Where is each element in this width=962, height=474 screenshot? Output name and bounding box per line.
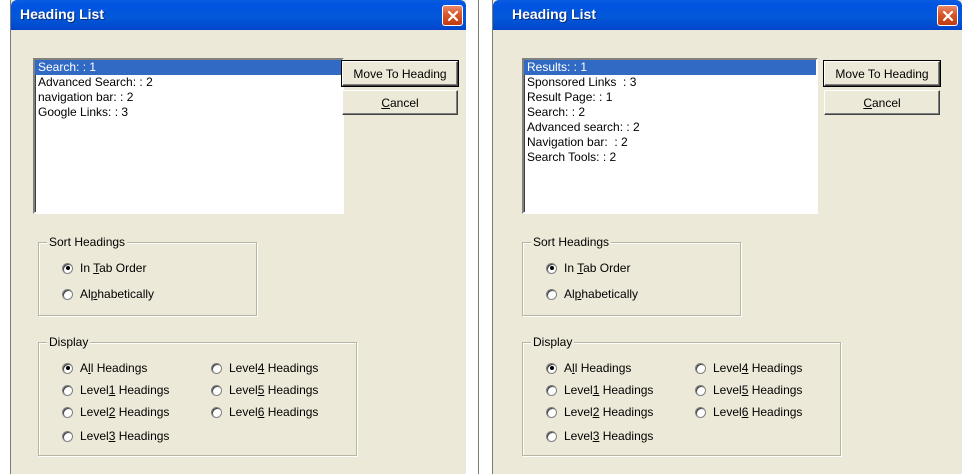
radio-label: In Tab Order [564,261,631,275]
radio-label: In Tab Order [80,261,147,275]
radio-label: Level1 Headings [564,383,654,397]
list-item[interactable]: Advanced Search: : 2 [35,75,342,90]
radio-button [211,362,222,374]
radio-label: Alphabetically [80,287,155,301]
close-icon [942,10,953,21]
radio-label: Alphabetically [564,287,639,301]
radio-label: Level4 Headings [713,361,803,375]
radio-alphabetically[interactable]: Alphabetically [546,287,638,301]
radio-level5-headings[interactable]: Level5 Headings [211,383,318,397]
cancel-button[interactable]: Cancel [342,90,458,115]
list-item[interactable]: Google Links: : 3 [35,105,342,120]
list-item[interactable]: Search: : 2 [524,105,816,120]
move-to-heading-button[interactable]: Move To Heading [823,60,941,87]
close-button[interactable] [937,5,958,26]
title-bar[interactable]: Heading List [11,0,466,30]
radio-label: Level3 Headings [564,429,654,443]
list-item[interactable]: Search Tools: : 2 [524,150,816,165]
radio-all-headings[interactable]: All Headings [546,361,631,375]
radio-button [695,384,706,396]
close-button[interactable] [442,5,463,26]
heading-list-dialog-1: Heading List Search: : 1 Advanced Search… [11,0,466,474]
radio-level1-headings[interactable]: Level1 Headings [546,383,653,397]
list-item[interactable]: Advanced search: : 2 [524,120,816,135]
radio-button [211,406,222,418]
radio-button-checked [546,362,557,374]
headings-listbox[interactable]: Search: : 1 Advanced Search: : 2 navigat… [33,58,344,214]
list-item[interactable]: Sponsored Links : 3 [524,75,816,90]
radio-label: Level2 Headings [564,405,654,419]
sort-headings-group: Sort Headings In Tab Order Alphabeticall… [38,235,257,316]
display-label: Display [47,335,91,349]
radio-button [62,406,73,418]
radio-level5-headings[interactable]: Level5 Headings [695,383,802,397]
radio-label: Level6 Headings [713,405,803,419]
radio-button [62,288,73,300]
display-group: Display All Headings Level1 Headings Lev… [38,335,357,456]
sort-headings-label: Sort Headings [47,235,128,249]
radio-level3-headings[interactable]: Level3 Headings [546,429,653,443]
radio-button [546,406,557,418]
radio-button [62,430,73,442]
radio-button [695,406,706,418]
list-item[interactable]: Search: : 1 [35,60,342,75]
radio-label: Level1 Headings [80,383,170,397]
radio-label: Level2 Headings [80,405,170,419]
radio-label: Level3 Headings [80,429,170,443]
radio-label: All Headings [564,361,632,375]
display-label: Display [531,335,575,349]
headings-listbox[interactable]: Results: : 1 Sponsored Links : 3 Result … [522,58,818,214]
radio-alphabetically[interactable]: Alphabetically [62,287,154,301]
list-item[interactable]: Navigation bar: : 2 [524,135,816,150]
radio-button [62,384,73,396]
radio-label: Level5 Headings [713,383,803,397]
cancel-button[interactable]: Cancel [824,90,940,115]
radio-level4-headings[interactable]: Level4 Headings [695,361,802,375]
radio-label: Level6 Headings [229,405,319,419]
radio-all-headings[interactable]: All Headings [62,361,147,375]
list-item[interactable]: navigation bar: : 2 [35,90,342,105]
radio-level2-headings[interactable]: Level2 Headings [62,405,169,419]
radio-button [211,384,222,396]
radio-button-checked [62,362,73,374]
radio-button-checked [62,262,73,274]
cancel-button-label: Cancel [863,95,901,110]
radio-label: All Headings [80,361,148,375]
radio-button-checked [546,262,557,274]
title-bar[interactable]: Heading List [493,0,962,30]
display-group: Display All Headings Level1 Headings Lev… [522,335,841,456]
list-item[interactable]: Results: : 1 [524,60,816,75]
radio-level3-headings[interactable]: Level3 Headings [62,429,169,443]
middle-separator [478,0,479,474]
cancel-button-label: Cancel [381,95,419,110]
list-item[interactable]: Result Page: : 1 [524,90,816,105]
radio-label: Level5 Headings [229,383,319,397]
close-icon [447,10,458,21]
radio-label: Level4 Headings [229,361,319,375]
radio-in-tab-order[interactable]: In Tab Order [62,261,146,275]
dialog-title: Heading List [512,6,597,22]
radio-button [695,362,706,374]
radio-level1-headings[interactable]: Level1 Headings [62,383,169,397]
radio-level6-headings[interactable]: Level6 Headings [695,405,802,419]
radio-in-tab-order[interactable]: In Tab Order [546,261,630,275]
radio-button [546,288,557,300]
sort-headings-group: Sort Headings In Tab Order Alphabeticall… [522,235,741,316]
radio-button [546,430,557,442]
move-to-heading-button[interactable]: Move To Heading [341,60,459,87]
radio-button [546,384,557,396]
radio-level6-headings[interactable]: Level6 Headings [211,405,318,419]
radio-level2-headings[interactable]: Level2 Headings [546,405,653,419]
dialog-title: Heading List [20,6,105,22]
sort-headings-label: Sort Headings [531,235,612,249]
heading-list-dialog-2: Heading List Results: : 1 Sponsored Link… [493,0,962,474]
radio-level4-headings[interactable]: Level4 Headings [211,361,318,375]
